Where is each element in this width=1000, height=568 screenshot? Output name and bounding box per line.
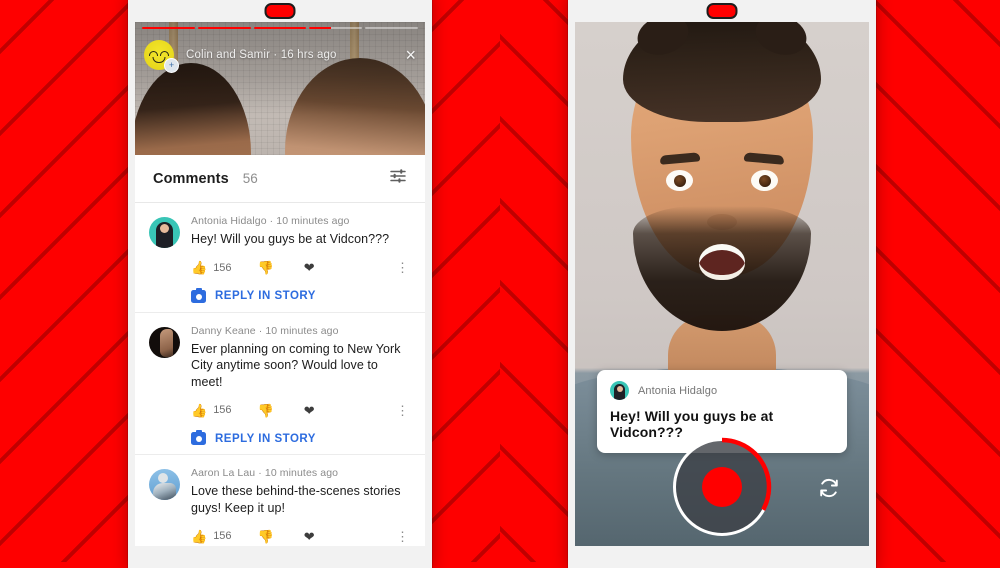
comment-meta: Danny Keane · 10 minutes ago <box>191 324 339 337</box>
story-progress-fill <box>142 27 195 29</box>
thumbs-down-icon: 👎 <box>257 260 274 275</box>
story-reply-author: Antonia Hidalgo <box>638 384 718 397</box>
story-video-header[interactable]: + Colin and Samir · 16 hrs ago × <box>135 22 425 155</box>
thumbs-down-icon: 👎 <box>257 528 274 544</box>
subject-eye-left <box>666 170 693 191</box>
heart-icon: ❤ <box>303 260 315 275</box>
like-button[interactable]: 👍 156 <box>191 530 232 543</box>
subject-mouth <box>699 244 745 280</box>
story-progress-segment <box>365 27 418 29</box>
comments-count: 56 <box>242 171 258 186</box>
subject-eyebrow-left <box>659 152 701 165</box>
avatar[interactable] <box>149 217 180 248</box>
smiley-face-avatar[interactable]: + <box>144 40 179 73</box>
story-progress-segment <box>253 27 307 29</box>
sort-filter-icon[interactable] <box>389 167 407 190</box>
comments-title: Comments <box>153 170 229 187</box>
comment-actions: 👍 156 👎 ❤ ⋮ <box>191 401 411 419</box>
subject-eye-right <box>751 170 778 191</box>
like-button[interactable]: 👍 156 <box>191 404 232 417</box>
comment-body: Aaron La Lau · 10 minutes ago Love these… <box>191 467 411 545</box>
thumbs-up-icon: 👍 <box>191 260 208 275</box>
comment-text: Ever planning on coming to New York City… <box>191 341 401 389</box>
camera-icon <box>191 430 206 445</box>
comment-text: Hey! Will you guys be at Vidcon??? <box>191 232 390 246</box>
avatar[interactable] <box>149 326 180 358</box>
avatar <box>610 381 629 400</box>
phone-notch-left <box>264 3 296 19</box>
record-dot-icon <box>702 467 742 507</box>
add-icon[interactable]: + <box>164 58 179 73</box>
thumbs-up-icon: 👍 <box>191 528 208 544</box>
like-count: 156 <box>213 404 232 416</box>
story-progress-segment <box>197 27 251 29</box>
subject-eyebrow-right <box>743 152 785 165</box>
comment-text: Love these behind-the-scenes stories guy… <box>191 484 401 515</box>
story-progress-segment <box>309 27 363 29</box>
story-progress-segment <box>142 27 195 29</box>
phone-notch-right <box>706 3 738 19</box>
comment-actions: 👍 156 👎 ❤ ⋮ <box>191 527 411 545</box>
thumbs-up-icon: 👍 <box>191 402 208 418</box>
comment-item[interactable]: Antonia Hidalgo · 10 minutes ago Hey! Wi… <box>135 203 425 313</box>
right-phone-screen: Antonia Hidalgo Hey! Will you guys be at… <box>575 22 869 546</box>
subject-hair <box>623 22 821 122</box>
story-progress-fill <box>253 27 307 29</box>
smiley-eye-right-icon <box>160 51 169 56</box>
heart-button[interactable]: ❤ <box>304 261 315 274</box>
dislike-button[interactable]: 👎 <box>258 261 274 274</box>
story-author-meta: Colin and Samir · 16 hrs ago <box>186 49 337 61</box>
story-reply-card-header: Antonia Hidalgo <box>610 381 834 400</box>
heart-button[interactable]: ❤ <box>304 404 315 417</box>
story-reply-text: Hey! Will you guys be at Vidcon??? <box>610 408 774 440</box>
like-button[interactable]: 👍 156 <box>191 261 232 274</box>
camera-icon <box>191 287 206 303</box>
phone-right: Antonia Hidalgo Hey! Will you guys be at… <box>568 0 876 568</box>
comment-item[interactable]: Danny Keane · 10 minutes ago Ever planni… <box>135 313 425 455</box>
smiley-eye-left-icon <box>149 51 158 56</box>
heart-icon: ❤ <box>303 402 315 418</box>
comments-header: Comments 56 <box>135 155 425 203</box>
phone-left: + Colin and Samir · 16 hrs ago × Comment… <box>128 0 432 568</box>
dislike-button[interactable]: 👎 <box>258 530 274 543</box>
heart-button[interactable]: ❤ <box>304 530 315 543</box>
story-progress-fill <box>309 27 331 29</box>
left-phone-screen: + Colin and Samir · 16 hrs ago × Comment… <box>135 22 425 546</box>
more-options-icon[interactable]: ⋮ <box>394 404 411 417</box>
reply-in-story-button[interactable]: REPLY IN STORY <box>191 430 411 445</box>
like-count: 156 <box>213 530 232 542</box>
reply-in-story-button[interactable]: REPLY IN STORY <box>191 287 411 303</box>
heart-icon: ❤ <box>303 528 315 544</box>
comment-meta: Aaron La Lau · 10 minutes ago <box>191 467 339 479</box>
more-options-icon[interactable]: ⋮ <box>394 530 411 543</box>
close-icon[interactable]: × <box>405 46 416 64</box>
avatar[interactable] <box>149 469 180 500</box>
reply-in-story-label: REPLY IN STORY <box>215 290 316 302</box>
comment-body: Danny Keane · 10 minutes ago Ever planni… <box>191 324 411 445</box>
comment-meta: Antonia Hidalgo · 10 minutes ago <box>191 215 350 227</box>
like-count: 156 <box>213 261 232 274</box>
story-progress-fill <box>197 27 251 29</box>
thumbs-down-icon: 👎 <box>257 402 274 418</box>
dislike-button[interactable]: 👎 <box>258 404 274 417</box>
flip-camera-icon[interactable] <box>815 474 843 502</box>
more-options-icon[interactable]: ⋮ <box>394 261 411 274</box>
comment-item[interactable]: Aaron La Lau · 10 minutes ago Love these… <box>135 455 425 546</box>
story-meta-row: + Colin and Samir · 16 hrs ago × <box>144 38 416 73</box>
reply-in-story-label: REPLY IN STORY <box>215 432 316 445</box>
camera-live-view[interactable]: Antonia Hidalgo Hey! Will you guys be at… <box>575 22 869 546</box>
record-button[interactable] <box>672 437 772 537</box>
comment-actions: 👍 156 👎 ❤ ⋮ <box>191 259 411 277</box>
story-progress-bars <box>142 27 418 29</box>
comment-body: Antonia Hidalgo · 10 minutes ago Hey! Wi… <box>191 215 411 303</box>
comment-list: Antonia Hidalgo · 10 minutes ago Hey! Wi… <box>135 203 425 546</box>
